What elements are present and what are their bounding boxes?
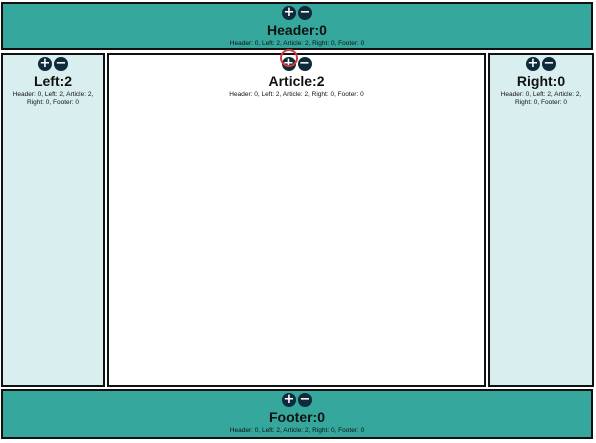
article-panel: + − Article:2 Header: 0, Left: 2, Articl…	[107, 53, 486, 387]
left-plus-button[interactable]: +	[38, 57, 52, 71]
header-counts: Header: 0, Left: 2, Article: 2, Right: 0…	[229, 40, 365, 47]
footer-title: Footer:0	[269, 409, 325, 425]
right-minus-button[interactable]: −	[542, 57, 556, 71]
left-panel: + − Left:2 Header: 0, Left: 2, Article: …	[1, 53, 105, 387]
left-counts: Header: 0, Left: 2, Article: 2, Right: 0…	[12, 91, 94, 106]
header-minus-button[interactable]: −	[298, 6, 312, 20]
header-title: Header:0	[267, 22, 327, 38]
left-minus-button[interactable]: −	[54, 57, 68, 71]
footer-panel: + − Footer:0 Header: 0, Left: 2, Article…	[1, 389, 593, 439]
article-plus-button[interactable]: +	[281, 57, 296, 71]
right-title: Right:0	[516, 73, 566, 89]
right-counts: Header: 0, Left: 2, Article: 2, Right: 0…	[500, 91, 582, 106]
footer-plus-button[interactable]: +	[282, 393, 296, 407]
footer-counts: Header: 0, Left: 2, Article: 2, Right: 0…	[229, 427, 365, 434]
article-minus-button[interactable]: −	[297, 57, 312, 71]
header-plus-button[interactable]: +	[282, 6, 296, 20]
article-title: Article:2	[268, 73, 325, 89]
right-panel: + − Right:0 Header: 0, Left: 2, Article:…	[488, 53, 594, 387]
header-controls: + −	[3, 6, 591, 20]
footer-controls: + −	[3, 393, 591, 407]
footer-minus-button[interactable]: −	[298, 393, 312, 407]
left-title: Left:2	[33, 73, 73, 89]
right-plus-button[interactable]: +	[526, 57, 540, 71]
right-controls: + −	[490, 57, 592, 71]
article-counts: Header: 0, Left: 2, Article: 2, Right: 0…	[229, 91, 364, 98]
article-controls: + −	[109, 57, 484, 71]
left-controls: + −	[3, 57, 103, 71]
header-panel: + − Header:0 Header: 0, Left: 2, Article…	[1, 2, 593, 50]
